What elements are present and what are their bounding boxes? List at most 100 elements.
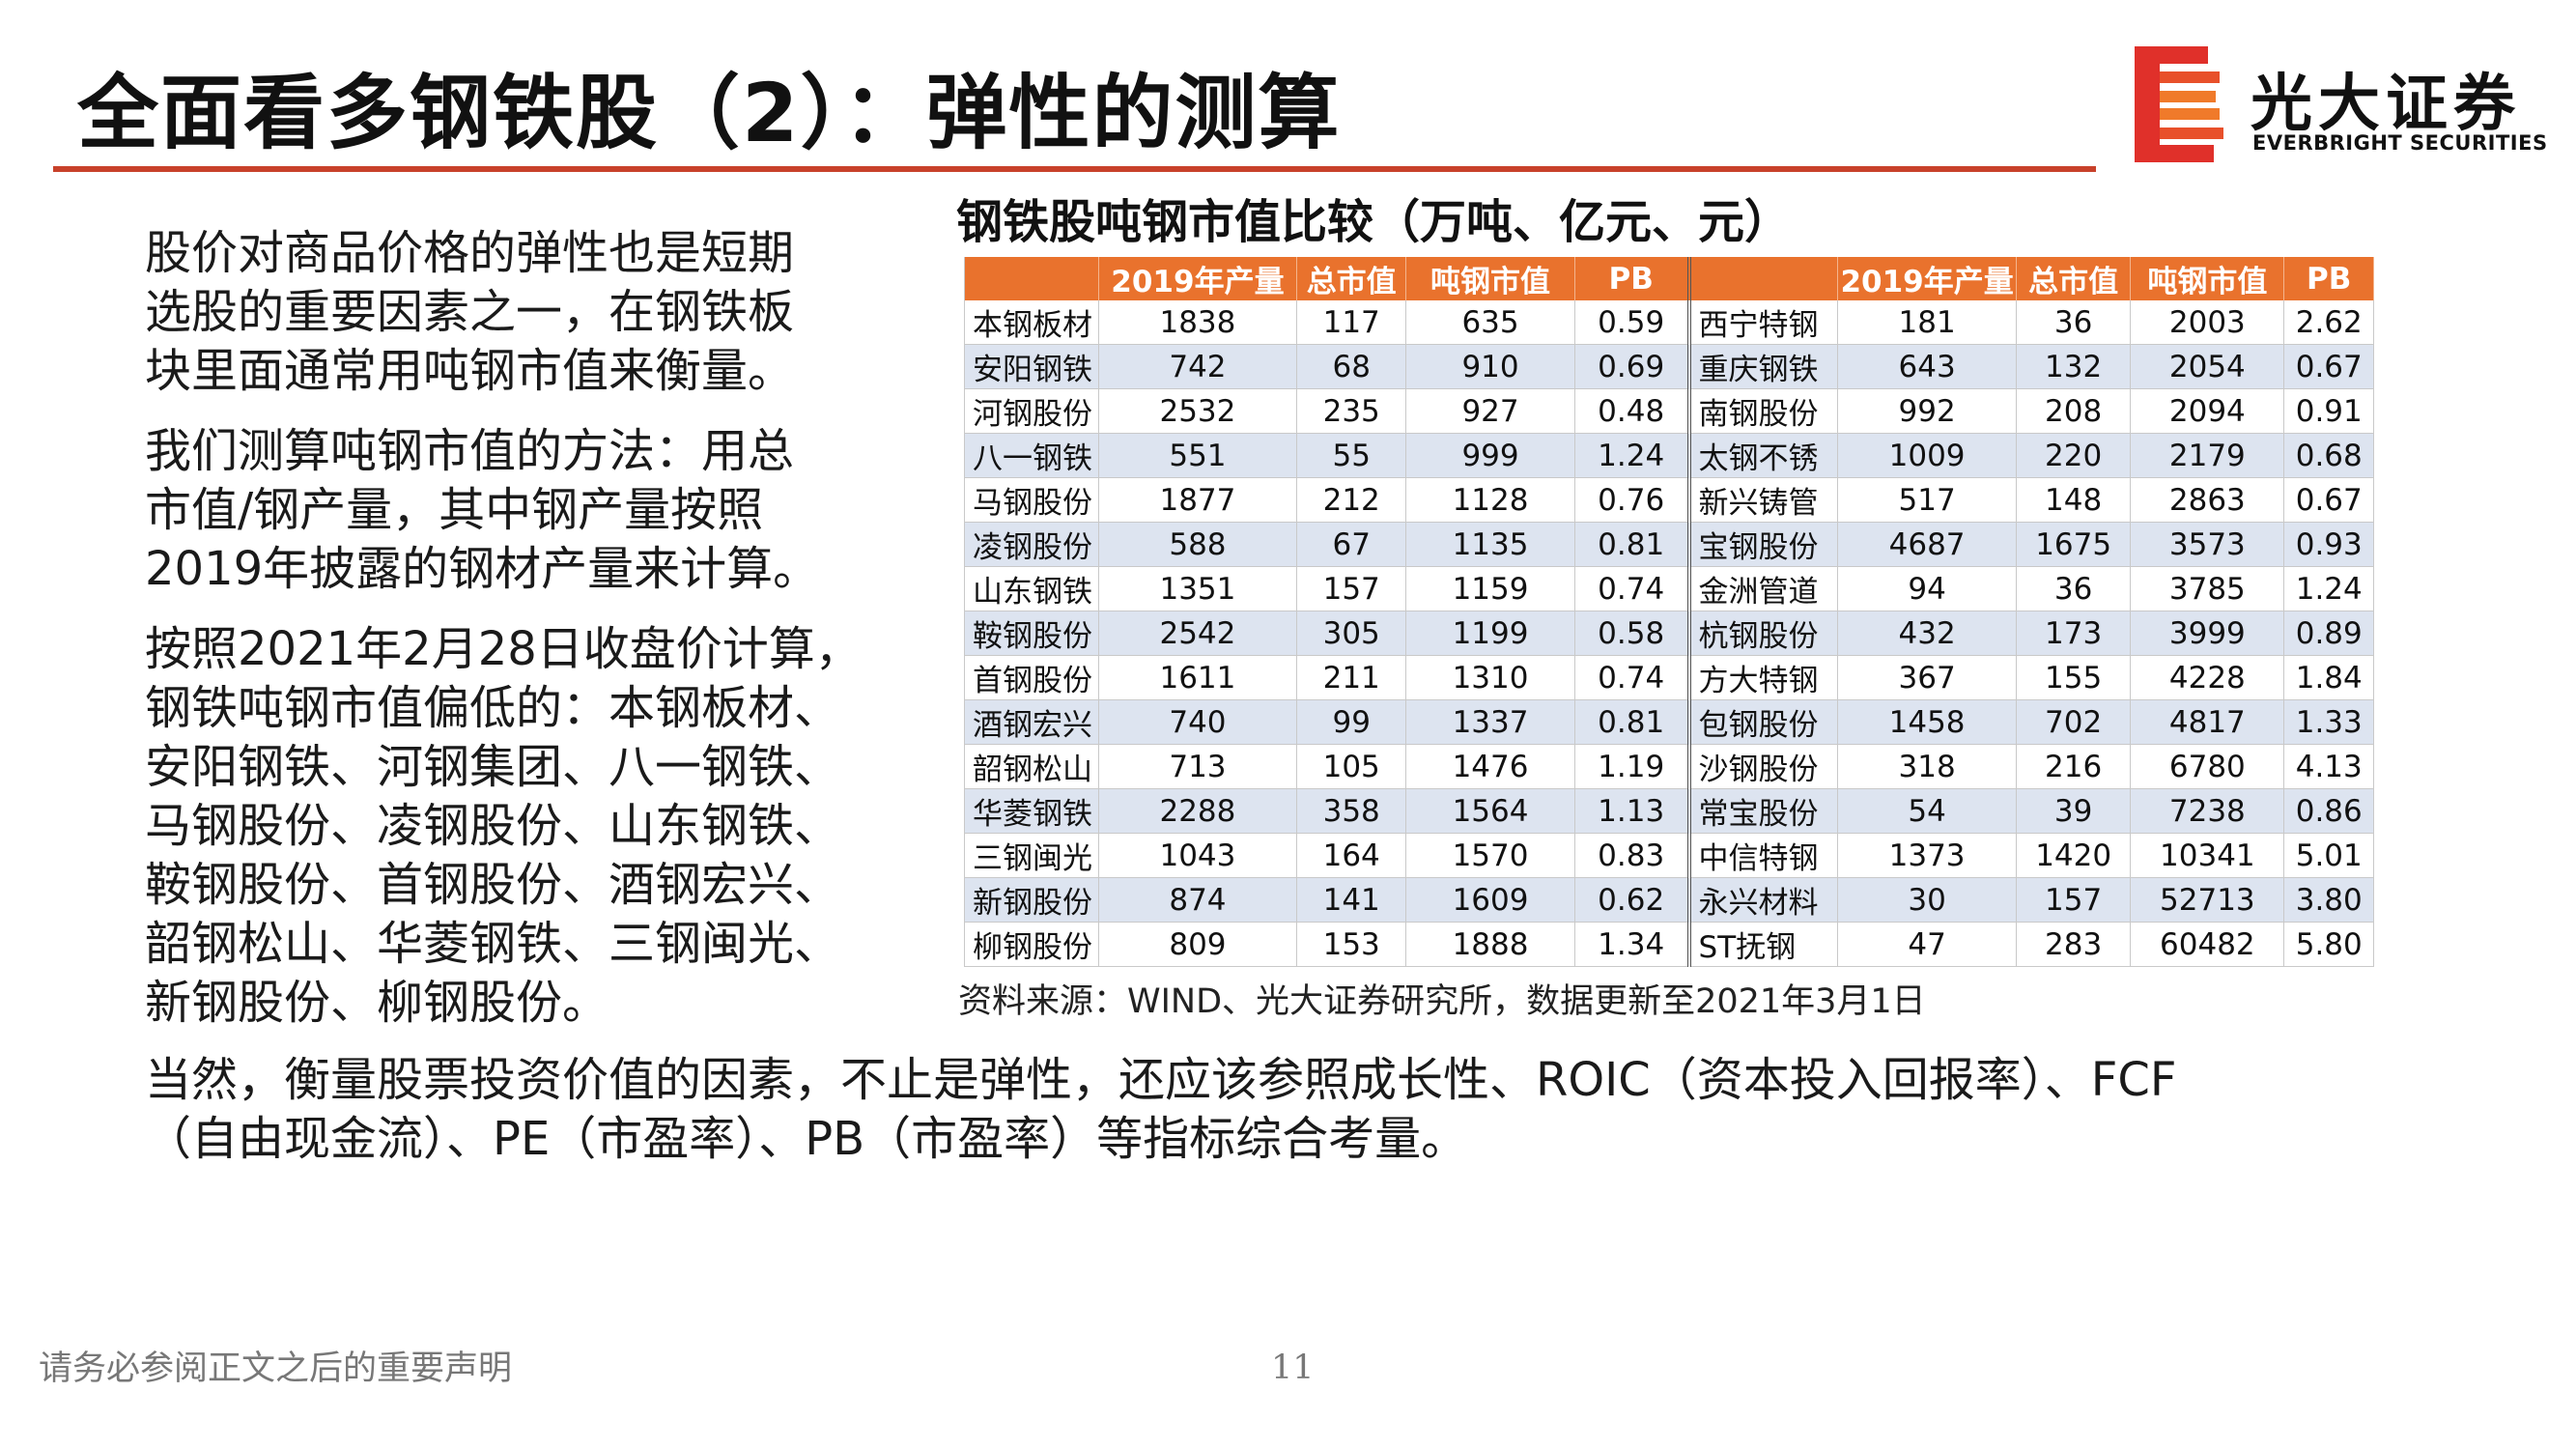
table-cell: 1611 (1098, 655, 1298, 700)
company-name-cell: 凌钢股份 (964, 522, 1099, 567)
company-name-cell: 永兴材料 (1686, 877, 1839, 923)
company-name-cell: 三钢闽光 (964, 833, 1099, 878)
title-divider (53, 166, 2096, 172)
table-cell: 3.80 (2283, 877, 2374, 923)
table-cell: 0.74 (1574, 566, 1690, 611)
table-cell: 153 (1296, 922, 1407, 967)
text-line: 安阳钢铁、河钢集团、八一钢铁、 (145, 740, 841, 794)
table-cell: 99 (1296, 699, 1407, 745)
table-cell: 6780 (2130, 744, 2285, 789)
column-header: 总市值 (2016, 257, 2132, 300)
table-cell: 1.33 (2283, 699, 2374, 745)
table-cell: 2.62 (2283, 300, 2374, 345)
table-cell: 164 (1296, 833, 1407, 878)
table-row: 本钢板材 1838 117 635 0.59 西宁特钢 181 36 2003 2.62 (964, 300, 2374, 345)
table-cell: 4228 (2130, 655, 2285, 700)
column-header (1686, 257, 1839, 300)
table-cell: 588 (1098, 522, 1298, 567)
column-header: PB (2283, 257, 2374, 300)
table-cell: 1675 (2016, 522, 2132, 567)
table-cell: 211 (1296, 655, 1407, 700)
text-line: 2019年披露的钢材产量来计算。 (145, 542, 820, 596)
table-cell: 4.13 (2283, 744, 2374, 789)
table-cell: 1877 (1098, 477, 1298, 523)
text-line: 鞍钢股份、首钢股份、酒钢宏兴、 (145, 858, 841, 912)
table-cell: 742 (1098, 344, 1298, 389)
table-cell: 7238 (2130, 788, 2285, 834)
table-cell: 55 (1296, 433, 1407, 478)
text-line: 我们测算吨钢市值的方法：用总 (145, 424, 795, 478)
table-cell: 67 (1296, 522, 1407, 567)
paragraph-method: 我们测算吨钢市值的方法：用总 市值/钢产量，其中钢产量按照 2019年披露的钢材… (145, 422, 879, 599)
table-cell: 1337 (1405, 699, 1575, 745)
table-cell: 141 (1296, 877, 1407, 923)
table-cell: 992 (1837, 388, 2018, 434)
table-row: 韶钢松山 713 105 1476 1.19 沙钢股份 318 216 6780 4.13 (964, 744, 2374, 789)
company-name-cell: 常宝股份 (1686, 788, 1839, 834)
table-cell: 1009 (1837, 433, 2018, 478)
table-row: 首钢股份 1611 211 1310 0.74 方大特钢 367 155 4228 1.84 (964, 655, 2374, 700)
company-name-cell: 中信特钢 (1686, 833, 1839, 878)
table-cell: 2094 (2130, 388, 2285, 434)
table-cell: 1420 (2016, 833, 2132, 878)
table-cell: 1.24 (1574, 433, 1690, 478)
table-cell: 10341 (2130, 833, 2285, 878)
table-cell: 39 (2016, 788, 2132, 834)
table-cell: 367 (1837, 655, 2018, 700)
table-cell: 155 (2016, 655, 2132, 700)
company-name-cell: 新钢股份 (964, 877, 1099, 923)
table-cell: 0.83 (1574, 833, 1690, 878)
table-row: 鞍钢股份 2542 305 1199 0.58 杭钢股份 432 173 3999 0.89 (964, 611, 2374, 656)
company-logo: 光大证券 EVERBRIGHT SECURITIES (2135, 46, 2547, 167)
company-name-cell: 金洲管道 (1686, 566, 1839, 611)
company-name-cell: 宝钢股份 (1686, 522, 1839, 567)
table-title: 钢铁股吨钢市值比较（万吨、亿元、元） (956, 195, 1792, 249)
table-cell: 212 (1296, 477, 1407, 523)
table-cell: 0.86 (2283, 788, 2374, 834)
table-cell: 2179 (2130, 433, 2285, 478)
steel-valuation-table: 2019年产量 总市值 吨钢市值 PB 2019年产量 总市值 吨钢市值 PB … (964, 257, 2374, 967)
table-cell: 0.89 (2283, 611, 2374, 656)
table-cell: 1159 (1405, 566, 1575, 611)
company-name-cell: 方大特钢 (1686, 655, 1839, 700)
table-cell: 47 (1837, 922, 2018, 967)
table-cell: 0.68 (2283, 433, 2374, 478)
company-name-cell: 新兴铸管 (1686, 477, 1839, 523)
table-cell: 318 (1837, 744, 2018, 789)
table-cell: 283 (2016, 922, 2132, 967)
table-cell: 740 (1098, 699, 1298, 745)
table-cell: 358 (1296, 788, 1407, 834)
table-cell: 157 (1296, 566, 1407, 611)
logo-english-name: EVERBRIGHT SECURITIES (2252, 131, 2548, 155)
table-cell: 2003 (2130, 300, 2285, 345)
bottom-text-block: 当然，衡量股票投资价值的因素，不止是弹性，还应该参照成长性、ROIC（资本投入回… (145, 1051, 2177, 1169)
table-cell: 220 (2016, 433, 2132, 478)
table-cell: 1199 (1405, 611, 1575, 656)
table-source-note: 资料来源：WIND、光大证券研究所，数据更新至2021年3月1日 (958, 982, 1926, 1021)
company-name-cell: 韶钢松山 (964, 744, 1099, 789)
steel-valuation-table-container: 2019年产量 总市值 吨钢市值 PB 2019年产量 总市值 吨钢市值 PB … (964, 257, 2374, 967)
table-cell: 0.93 (2283, 522, 2374, 567)
table-cell: 517 (1837, 477, 2018, 523)
paragraph-low-value-stocks: 按照2021年2月28日收盘价计算， 钢铁吨钢市值偏低的：本钢板材、 安阳钢铁、… (145, 620, 879, 1033)
table-cell: 0.81 (1574, 699, 1690, 745)
table-cell: 1.13 (1574, 788, 1690, 834)
text-line: 按照2021年2月28日收盘价计算， (145, 622, 862, 676)
company-name-cell: 鞍钢股份 (964, 611, 1099, 656)
text-line: 股价对商品价格的弹性也是短期 (145, 226, 795, 280)
company-name-cell: 河钢股份 (964, 388, 1099, 434)
table-row: 凌钢股份 588 67 1135 0.81 宝钢股份 4687 1675 3573 0.93 (964, 522, 2374, 567)
table-cell: 117 (1296, 300, 1407, 345)
column-header: 2019年产量 (1837, 257, 2018, 300)
table-cell: 173 (2016, 611, 2132, 656)
table-row: 安阳钢铁 742 68 910 0.69 重庆钢铁 643 132 2054 0.67 (964, 344, 2374, 389)
table-row: 柳钢股份 809 153 1888 1.34 ST抚钢 47 283 60482 5.80 (964, 922, 2374, 967)
table-cell: 0.59 (1574, 300, 1690, 345)
table-cell: 4687 (1837, 522, 2018, 567)
column-header: 吨钢市值 (1405, 257, 1575, 300)
table-cell: 927 (1405, 388, 1575, 434)
text-line: 当然，衡量股票投资价值的因素，不止是弹性，还应该参照成长性、ROIC（资本投入回… (145, 1053, 2177, 1107)
text-line: 选股的重要因素之一，在钢铁板 (145, 285, 795, 339)
table-cell: 1128 (1405, 477, 1575, 523)
table-cell: 809 (1098, 922, 1298, 967)
